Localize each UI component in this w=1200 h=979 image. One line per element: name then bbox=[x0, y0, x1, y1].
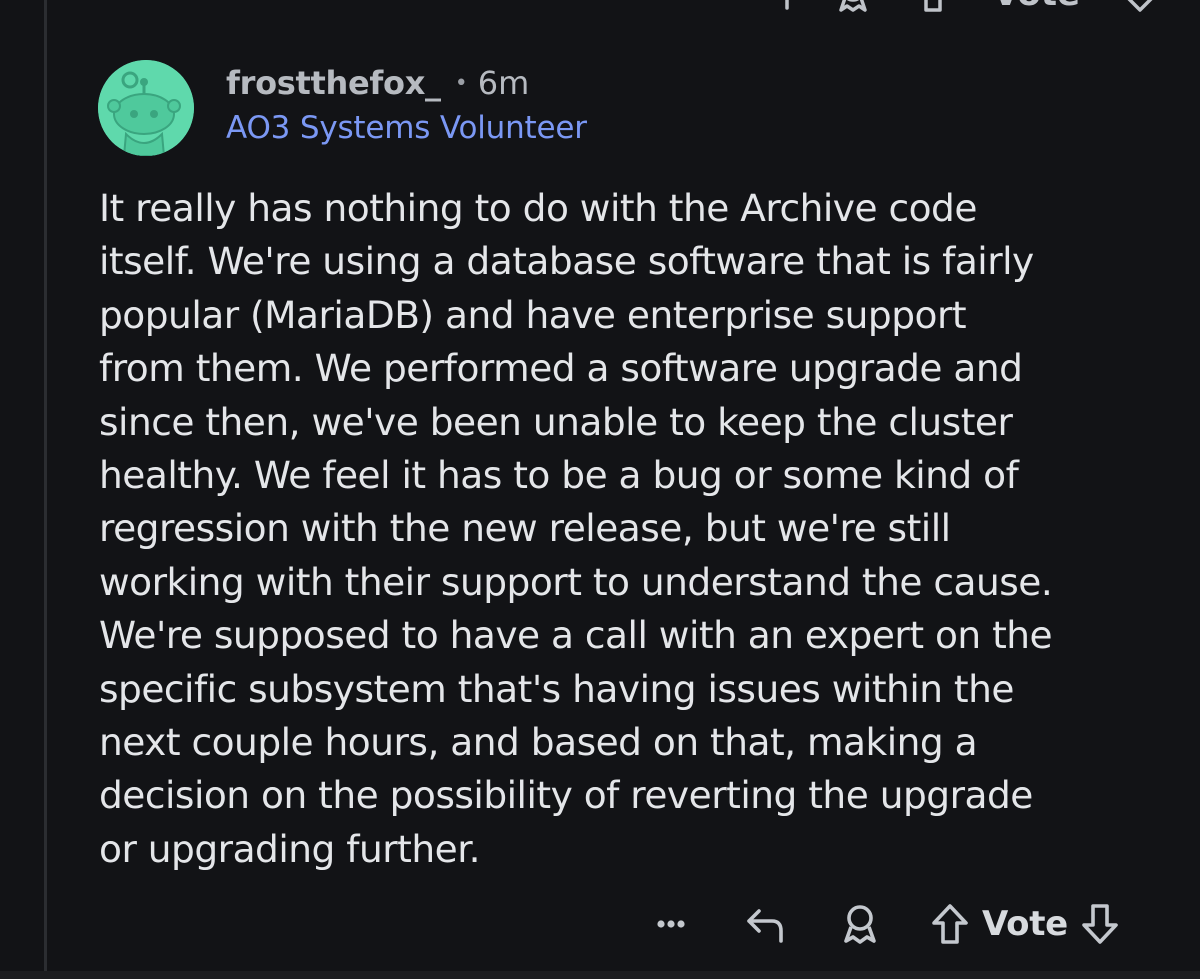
award-icon bbox=[844, 905, 876, 944]
comment-screen: Vote frostthefox_ • 6m bbox=[0, 0, 1200, 979]
author-row: frostthefox_ • 6m bbox=[226, 62, 587, 104]
comment-timestamp: 6m bbox=[477, 64, 530, 102]
vote-label: Vote bbox=[982, 904, 1068, 944]
downvote-arrow-icon bbox=[1082, 904, 1118, 944]
comment-actions: Vote bbox=[648, 898, 1120, 950]
vote-label: Vote bbox=[993, 0, 1080, 14]
user-flair: AO3 Systems Volunteer bbox=[226, 110, 587, 146]
more-options-button[interactable] bbox=[648, 919, 694, 929]
author-username[interactable]: frostthefox_ bbox=[226, 64, 441, 102]
downvote-button[interactable] bbox=[1080, 902, 1120, 946]
upvote-arrow-icon[interactable] bbox=[913, 0, 953, 14]
comment-body: It really has nothing to do with the Arc… bbox=[99, 186, 1053, 871]
award-icon[interactable] bbox=[833, 0, 873, 14]
snoo-avatar-icon bbox=[98, 60, 194, 156]
upvote-arrow-icon bbox=[932, 904, 968, 944]
previous-comment-actions: Vote bbox=[753, 0, 1160, 14]
reply-arrow-icon[interactable] bbox=[753, 0, 793, 14]
reply-button[interactable] bbox=[742, 901, 788, 947]
avatar[interactable] bbox=[98, 60, 194, 156]
award-button[interactable] bbox=[838, 901, 882, 947]
bottom-divider bbox=[0, 971, 1200, 979]
downvote-arrow-icon[interactable] bbox=[1120, 0, 1160, 14]
more-dots-icon bbox=[657, 920, 685, 928]
comment-header: frostthefox_ • 6m AO3 Systems Volunteer bbox=[226, 62, 587, 146]
thread-line[interactable] bbox=[44, 0, 47, 979]
reply-arrow-icon bbox=[747, 909, 783, 943]
meta-separator: • bbox=[454, 70, 468, 96]
upvote-button[interactable] bbox=[930, 902, 970, 946]
